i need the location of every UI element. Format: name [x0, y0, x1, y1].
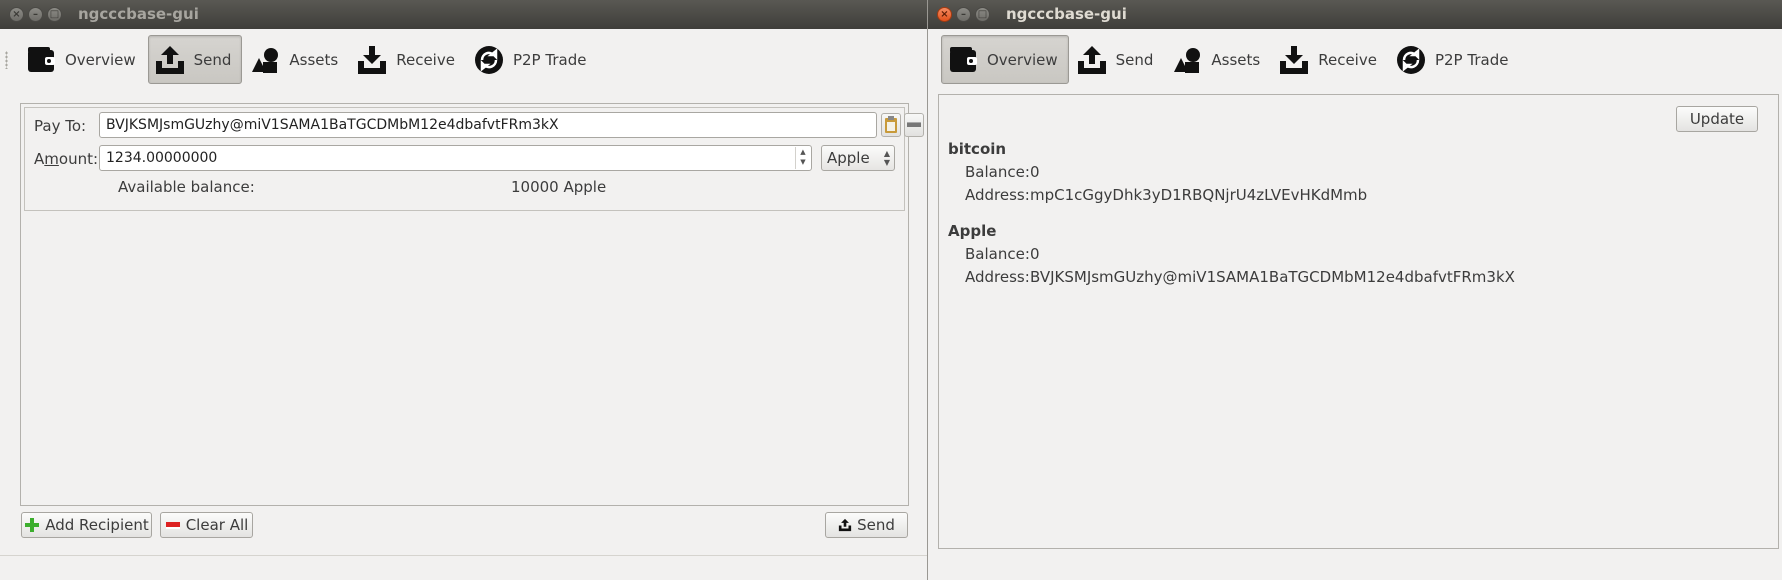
- close-window-button[interactable]: ×: [9, 7, 24, 22]
- send-button[interactable]: Send: [825, 512, 908, 538]
- recipient-entry: Pay To: BVJKSMJsmGUzhy@miV1SAMA1BaTGCDMb…: [24, 107, 924, 211]
- toolbar-grip[interactable]: [5, 51, 8, 69]
- maximize-window-button[interactable]: □: [47, 7, 62, 22]
- clear-all-label: Clear All: [185, 516, 249, 534]
- pay-to-label: Pay To:: [34, 117, 87, 135]
- overview-window: × – □ ngcccbase-gui Overview Send Assets…: [928, 0, 1782, 580]
- window-titlebar[interactable]: × – □ ngcccbase-gui: [928, 0, 1782, 29]
- shapes-icon: [252, 47, 279, 73]
- send-window: × – □ ngcccbase-gui Overview Send Assets…: [0, 0, 928, 580]
- minimize-window-button[interactable]: –: [28, 7, 43, 22]
- send-entries-panel: Pay To: BVJKSMJsmGUzhy@miV1SAMA1BaTGCDMb…: [20, 103, 924, 506]
- tab-assets[interactable]: Assets: [243, 35, 349, 84]
- overview-panel: Update bitcoin Balance: 0 Address: mpC1c…: [938, 94, 1779, 549]
- send-tray-icon: [155, 45, 184, 74]
- exchange-arrows-icon: [1396, 45, 1425, 74]
- amount-input[interactable]: 1234.00000000 ▲ ▼: [99, 145, 812, 171]
- send-tray-icon: [838, 518, 852, 532]
- tab-overview[interactable]: Overview: [19, 35, 147, 84]
- asset-name: bitcoin: [948, 140, 1007, 158]
- receive-tray-icon: [358, 45, 387, 74]
- shapes-icon: [1174, 47, 1201, 73]
- main-toolbar: Overview Send Assets Receive P2P Trade: [0, 29, 927, 90]
- status-bar: [0, 555, 927, 556]
- tab-receive-label: Receive: [396, 50, 455, 69]
- address-label: Address:: [965, 186, 1030, 204]
- amount-value: 1234.00000000: [106, 150, 218, 166]
- asset-select-value: Apple: [827, 149, 870, 167]
- plus-icon: [25, 518, 40, 532]
- tab-p2p-trade-label: P2P Trade: [1434, 50, 1509, 69]
- balance-value: 0: [1030, 245, 1040, 263]
- address-value: BVJKSMJsmGUzhy@miV1SAMA1BaTGCDMbM12e4dba…: [1030, 268, 1515, 286]
- balance-label: Balance:: [965, 163, 1030, 181]
- asset-name: Apple: [948, 222, 997, 240]
- tab-receive-label: Receive: [1318, 50, 1377, 69]
- wallet-icon: [28, 46, 55, 72]
- clipboard-icon: [885, 116, 897, 133]
- combo-arrows-icon: ▲ ▼: [883, 149, 890, 167]
- window-title: ngcccbase-gui: [1006, 5, 1127, 23]
- send-tray-icon: [1077, 45, 1106, 74]
- wallet-icon: [950, 46, 977, 72]
- address-book-icon: [907, 122, 921, 127]
- send-button-label: Send: [857, 516, 895, 534]
- available-balance-label: Available balance:: [118, 178, 255, 196]
- tab-send-label: Send: [193, 50, 232, 69]
- tab-assets[interactable]: Assets: [1165, 35, 1271, 84]
- address-label: Address:: [965, 268, 1030, 286]
- available-balance-value: 10000 Apple: [511, 178, 607, 196]
- tab-assets-label: Assets: [1211, 50, 1261, 69]
- balance-value: 0: [1030, 163, 1040, 181]
- tab-send[interactable]: Send: [1070, 35, 1165, 84]
- amount-spinner[interactable]: ▲ ▼: [795, 147, 810, 169]
- tab-overview-label: Overview: [65, 50, 136, 69]
- receive-tray-icon: [1280, 45, 1309, 74]
- tab-assets-label: Assets: [289, 50, 339, 69]
- address-book-button[interactable]: [904, 113, 924, 137]
- tab-receive[interactable]: Receive: [350, 35, 466, 84]
- asset-select[interactable]: Apple ▲ ▼: [821, 145, 895, 171]
- tab-p2p-trade[interactable]: P2P Trade: [467, 35, 597, 84]
- add-recipient-button[interactable]: Add Recipient: [21, 512, 152, 538]
- main-toolbar: Overview Send Assets Receive P2P Trade: [928, 29, 1782, 90]
- tab-p2p-trade-label: P2P Trade: [512, 50, 587, 69]
- amount-label: Amount:: [34, 150, 99, 168]
- tab-send-label: Send: [1115, 50, 1154, 69]
- tab-receive[interactable]: Receive: [1272, 35, 1388, 84]
- paste-button[interactable]: [881, 113, 901, 137]
- clear-all-button[interactable]: Clear All: [160, 512, 253, 538]
- close-window-button[interactable]: ×: [937, 7, 952, 22]
- pay-to-input[interactable]: BVJKSMJsmGUzhy@miV1SAMA1BaTGCDMbM12e4dba…: [99, 112, 877, 138]
- tab-send[interactable]: Send: [147, 35, 243, 84]
- address-value: mpC1cGgyDhk3yD1RBQNjrU4zLVEvHKdMmb: [1030, 186, 1368, 204]
- maximize-window-button[interactable]: □: [975, 7, 990, 22]
- exchange-arrows-icon: [474, 45, 503, 74]
- tab-overview-label: Overview: [987, 50, 1058, 69]
- tab-p2p-trade[interactable]: P2P Trade: [1389, 35, 1519, 84]
- window-title: ngcccbase-gui: [78, 5, 199, 23]
- update-label: Update: [1689, 110, 1745, 128]
- eraser-icon: [165, 522, 180, 529]
- minimize-window-button[interactable]: –: [956, 7, 971, 22]
- balance-label: Balance:: [965, 245, 1030, 263]
- tab-overview[interactable]: Overview: [941, 35, 1069, 84]
- update-button[interactable]: Update: [1676, 106, 1758, 132]
- add-recipient-label: Add Recipient: [45, 516, 149, 534]
- window-titlebar[interactable]: × – □ ngcccbase-gui: [0, 0, 927, 29]
